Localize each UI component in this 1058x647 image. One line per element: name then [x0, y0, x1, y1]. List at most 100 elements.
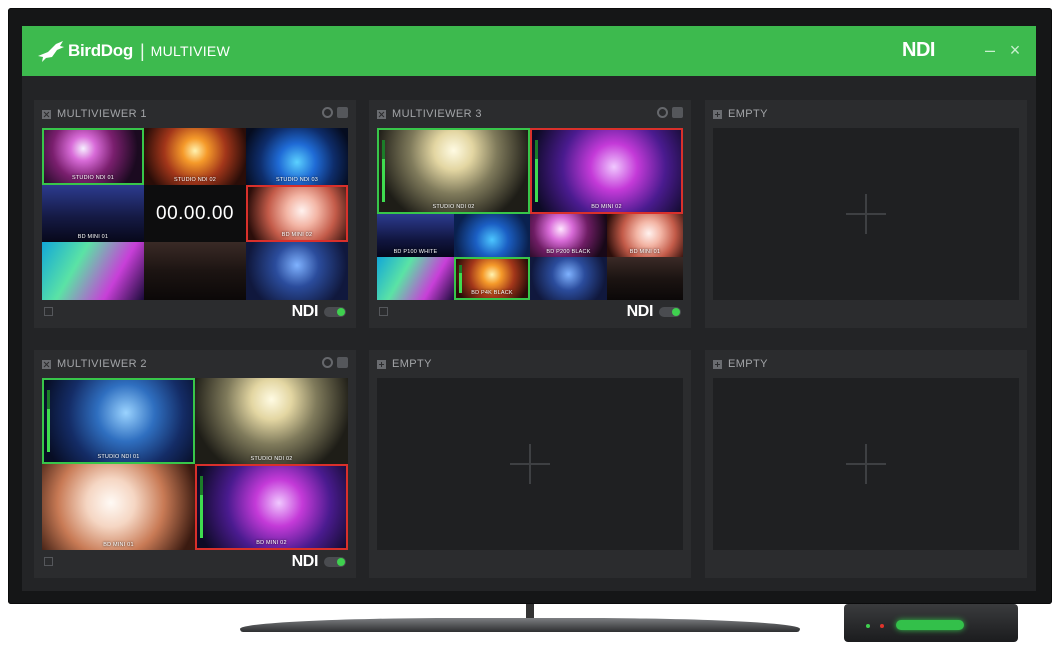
title-bar: BirdDog | MULTIVIEW NDI – × [22, 26, 1036, 76]
panel-footer: NDI [42, 302, 348, 322]
brand-name: BirdDog [68, 41, 133, 60]
panel-header: MULTIVIEWER 3 [377, 106, 482, 122]
add-panel-icon[interactable] [713, 109, 722, 119]
add-panel-icon[interactable] [713, 359, 722, 369]
video-tile[interactable]: BD P200 BLACK [530, 214, 607, 257]
video-tile[interactable] [454, 214, 530, 257]
video-tile[interactable]: STUDIO NDI 02 [195, 378, 348, 464]
video-tile[interactable]: BD MINI 01 [42, 185, 144, 242]
ndi-output-toggle[interactable] [659, 307, 681, 317]
multiview-app-window: BirdDog | MULTIVIEW NDI – × MULTIVIEWER … [22, 26, 1036, 591]
video-tile[interactable]: BD MINI 01 [42, 464, 195, 550]
panel-empty-slot[interactable]: EMPTY [369, 350, 691, 578]
product-name: MULTIVIEW [150, 43, 231, 59]
audio-meter [382, 140, 385, 202]
panel-multiviewer-3: MULTIVIEWER 3 STUDIO NDI 02 BD MINI 02 B… [369, 100, 691, 328]
panel-title: EMPTY [728, 108, 768, 120]
panel-footer: NDI [42, 552, 348, 572]
tile-label: BD MINI 02 [591, 204, 622, 210]
close-panel-icon[interactable] [42, 109, 51, 119]
audio-meter [200, 476, 203, 538]
video-tile[interactable]: STUDIO NDI 03 [246, 128, 348, 185]
panel-title: MULTIVIEWER 2 [57, 358, 147, 370]
expand-icon[interactable] [44, 307, 53, 316]
panel-title: MULTIVIEWER 3 [392, 108, 482, 120]
video-tile[interactable]: BD MINI 02 [530, 128, 683, 214]
panel-tools [322, 357, 348, 368]
video-tile[interactable]: STUDIO NDI 02 [377, 128, 530, 214]
refresh-icon[interactable] [657, 107, 668, 118]
device-led-red [880, 624, 884, 628]
panel-empty-slot[interactable]: EMPTY [705, 350, 1027, 578]
video-tile[interactable]: BD P100 WHITE [377, 214, 454, 257]
tile-label: STUDIO NDI 01 [71, 175, 115, 181]
panel-header: MULTIVIEWER 2 [42, 356, 147, 372]
panel-footer: NDI [377, 302, 683, 322]
video-tile[interactable]: STUDIO NDI 01 [42, 378, 195, 464]
menu-icon[interactable] [337, 357, 348, 368]
video-tile[interactable]: STUDIO NDI 01 [42, 128, 144, 185]
menu-icon[interactable] [337, 107, 348, 118]
multiview-grid: STUDIO NDI 02 BD MINI 02 BD P100 WHITE B… [377, 128, 683, 300]
close-button[interactable]: × [1007, 40, 1023, 60]
tile-label: STUDIO NDI 02 [250, 456, 293, 462]
device-led-green [866, 624, 870, 628]
close-panel-icon[interactable] [377, 109, 386, 119]
add-multiviewer-icon[interactable] [510, 444, 550, 484]
tv-stand [240, 618, 800, 632]
refresh-icon[interactable] [322, 357, 333, 368]
expand-icon[interactable] [44, 557, 53, 566]
tile-label: BD MINI 02 [256, 540, 287, 546]
panel-header: EMPTY [377, 356, 432, 372]
tile-label: BD MINI 01 [103, 542, 134, 548]
empty-slot-body[interactable] [713, 128, 1019, 300]
video-tile[interactable]: BD P4K BLACK [454, 257, 530, 300]
tile-label: STUDIO NDI 02 [173, 177, 217, 183]
panel-multiviewer-1: MULTIVIEWER 1 STUDIO NDI 01 STUDIO NDI 0… [34, 100, 356, 328]
refresh-icon[interactable] [322, 107, 333, 118]
device-light-bar [896, 620, 964, 630]
title-separator: | [139, 40, 145, 61]
video-tile[interactable] [42, 242, 144, 300]
video-tile[interactable] [377, 257, 454, 300]
multiview-grid: STUDIO NDI 01 STUDIO NDI 02 STUDIO NDI 0… [42, 128, 348, 300]
minimize-button[interactable]: – [982, 40, 998, 60]
ndi-output-label: NDI [626, 303, 654, 320]
timer-readout: 00.00.00 [156, 202, 234, 224]
video-tile[interactable] [530, 257, 607, 300]
video-tile[interactable]: BD MINI 01 [607, 214, 683, 257]
birddog-logo: BirdDog | MULTIVIEW [36, 38, 230, 64]
ndi-output-toggle[interactable] [324, 307, 346, 317]
close-panel-icon[interactable] [42, 359, 51, 369]
tile-label: BD P200 BLACK [546, 249, 591, 255]
panel-multiviewer-2: MULTIVIEWER 2 STUDIO NDI 01 STUDIO NDI 0… [34, 350, 356, 578]
timer-tile: 00.00.00 [144, 185, 246, 242]
video-tile[interactable]: STUDIO NDI 02 [144, 128, 246, 185]
panel-header: EMPTY [713, 106, 768, 122]
panel-title: MULTIVIEWER 1 [57, 108, 147, 120]
multiview-grid: STUDIO NDI 01 STUDIO NDI 02 BD MINI 01 B… [42, 378, 348, 550]
tile-label: STUDIO NDI 03 [275, 177, 319, 183]
tile-label: BD MINI 02 [281, 232, 313, 238]
empty-slot-body[interactable] [713, 378, 1019, 550]
ndi-output-label: NDI [291, 303, 319, 320]
tile-label: STUDIO NDI 01 [97, 454, 140, 460]
video-tile[interactable]: BD MINI 02 [195, 464, 348, 550]
panel-header: EMPTY [713, 356, 768, 372]
menu-icon[interactable] [672, 107, 683, 118]
panel-empty-slot[interactable]: EMPTY [705, 100, 1027, 328]
tile-label: BD P4K BLACK [471, 290, 513, 296]
add-multiviewer-icon[interactable] [846, 444, 886, 484]
add-multiviewer-icon[interactable] [846, 194, 886, 234]
video-tile[interactable] [607, 257, 683, 300]
expand-icon[interactable] [379, 307, 388, 316]
video-tile[interactable]: BD MINI 02 [246, 185, 348, 242]
video-tile[interactable] [144, 242, 246, 300]
tile-label: BD MINI 01 [77, 234, 109, 240]
ndi-output-toggle[interactable] [324, 557, 346, 567]
add-panel-icon[interactable] [377, 359, 386, 369]
panel-title: EMPTY [728, 358, 768, 370]
tile-label: STUDIO NDI 02 [432, 204, 475, 210]
video-tile[interactable] [246, 242, 348, 300]
empty-slot-body[interactable] [377, 378, 683, 550]
